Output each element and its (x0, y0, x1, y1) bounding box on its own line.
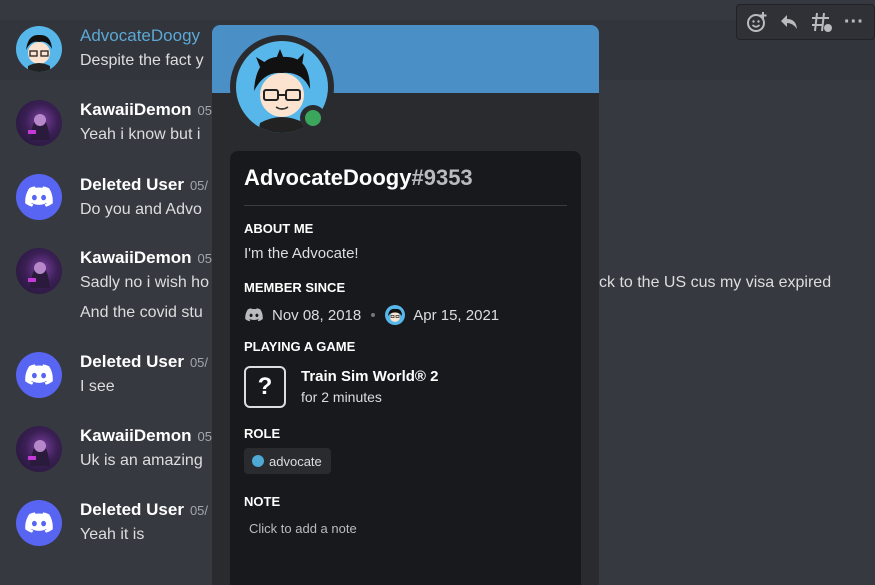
server-member-since: Apr 15, 2021 (413, 306, 500, 324)
discord-logo-icon (25, 364, 53, 385)
reply-icon[interactable] (776, 9, 802, 35)
profile-body: AdvocateDoogy#9353 ABOUT ME I'm the Advo… (230, 151, 581, 585)
message-text-continuation: And the covid stu (80, 304, 203, 321)
playing-game-header: PLAYING A GAME (244, 339, 356, 354)
discord-member-since: Nov 08, 2018 (272, 306, 362, 324)
message-text: Uk is an amazing (80, 452, 203, 469)
message-timestamp: 05/ (189, 355, 209, 370)
message-text: Yeah it is (80, 526, 145, 543)
role-header: ROLE (244, 426, 281, 441)
avatar[interactable] (16, 248, 62, 294)
message-actions-toolbar: ··· (736, 4, 875, 40)
message-author[interactable]: KawaiiDemon 05 (80, 426, 212, 446)
message-text: I see (80, 378, 115, 395)
message-author[interactable]: AdvocateDoogy (80, 26, 200, 46)
message-text: Do you and Advo (80, 201, 202, 218)
message-timestamp: 05/ (189, 178, 209, 193)
role-pill[interactable]: advocate (244, 448, 331, 474)
profile-username[interactable]: AdvocateDoogy#9353 (244, 165, 473, 191)
message-author[interactable]: Deleted User 05/ (80, 175, 208, 195)
game-name: Train Sim World® 2 (301, 368, 439, 385)
message-timestamp: 05/ (189, 503, 209, 518)
profile-discriminator: #9353 (411, 165, 473, 190)
message-text-overflow: ck to the US cus my visa expired (599, 274, 832, 291)
game-duration: for 2 minutes (301, 389, 382, 405)
member-since-row: Nov 08, 2018 Apr 15, 2021 (244, 304, 499, 326)
separator-dot (371, 313, 376, 317)
avatar[interactable] (16, 352, 62, 398)
avatar[interactable] (16, 100, 62, 146)
create-thread-icon[interactable] (809, 9, 835, 35)
message-author[interactable]: Deleted User 05/ (80, 352, 208, 372)
discord-logo-icon (244, 305, 264, 325)
message-text: Yeah i know but i (80, 126, 201, 143)
message-text: Despite the fact y (80, 52, 204, 69)
avatar[interactable] (16, 26, 62, 72)
member-since-header: MEMBER SINCE (244, 280, 346, 295)
note-input[interactable]: Click to add a note (244, 519, 567, 543)
role-color-dot (252, 455, 264, 467)
user-profile-popout: AdvocateDoogy#9353 ABOUT ME I'm the Advo… (212, 25, 599, 585)
about-me-header: ABOUT ME (244, 221, 314, 236)
avatar[interactable] (16, 174, 62, 220)
about-me-text: I'm the Advocate! (244, 245, 359, 262)
discord-logo-icon (25, 512, 53, 533)
divider (244, 205, 567, 206)
profile-avatar-frame (230, 35, 334, 139)
online-status-indicator (300, 105, 326, 131)
server-icon (385, 305, 406, 325)
note-header: NOTE (244, 494, 281, 509)
avatar[interactable] (16, 426, 62, 472)
message-timestamp: 05 (197, 103, 212, 118)
more-icon[interactable]: ··· (841, 9, 867, 35)
message-timestamp: 05 (197, 429, 212, 444)
message-timestamp: 05 (197, 251, 212, 266)
message-author[interactable]: KawaiiDemon 05 (80, 248, 212, 268)
message-author[interactable]: Deleted User 05/ (80, 500, 208, 520)
discord-logo-icon (25, 186, 53, 207)
message-author[interactable]: KawaiiDemon 05 (80, 100, 212, 120)
avatar[interactable] (16, 500, 62, 546)
unknown-game-icon: ? (244, 366, 286, 408)
role-name: advocate (269, 453, 322, 469)
add-reaction-icon[interactable] (744, 9, 770, 35)
message-text: Sadly no i wish ho (80, 274, 209, 291)
